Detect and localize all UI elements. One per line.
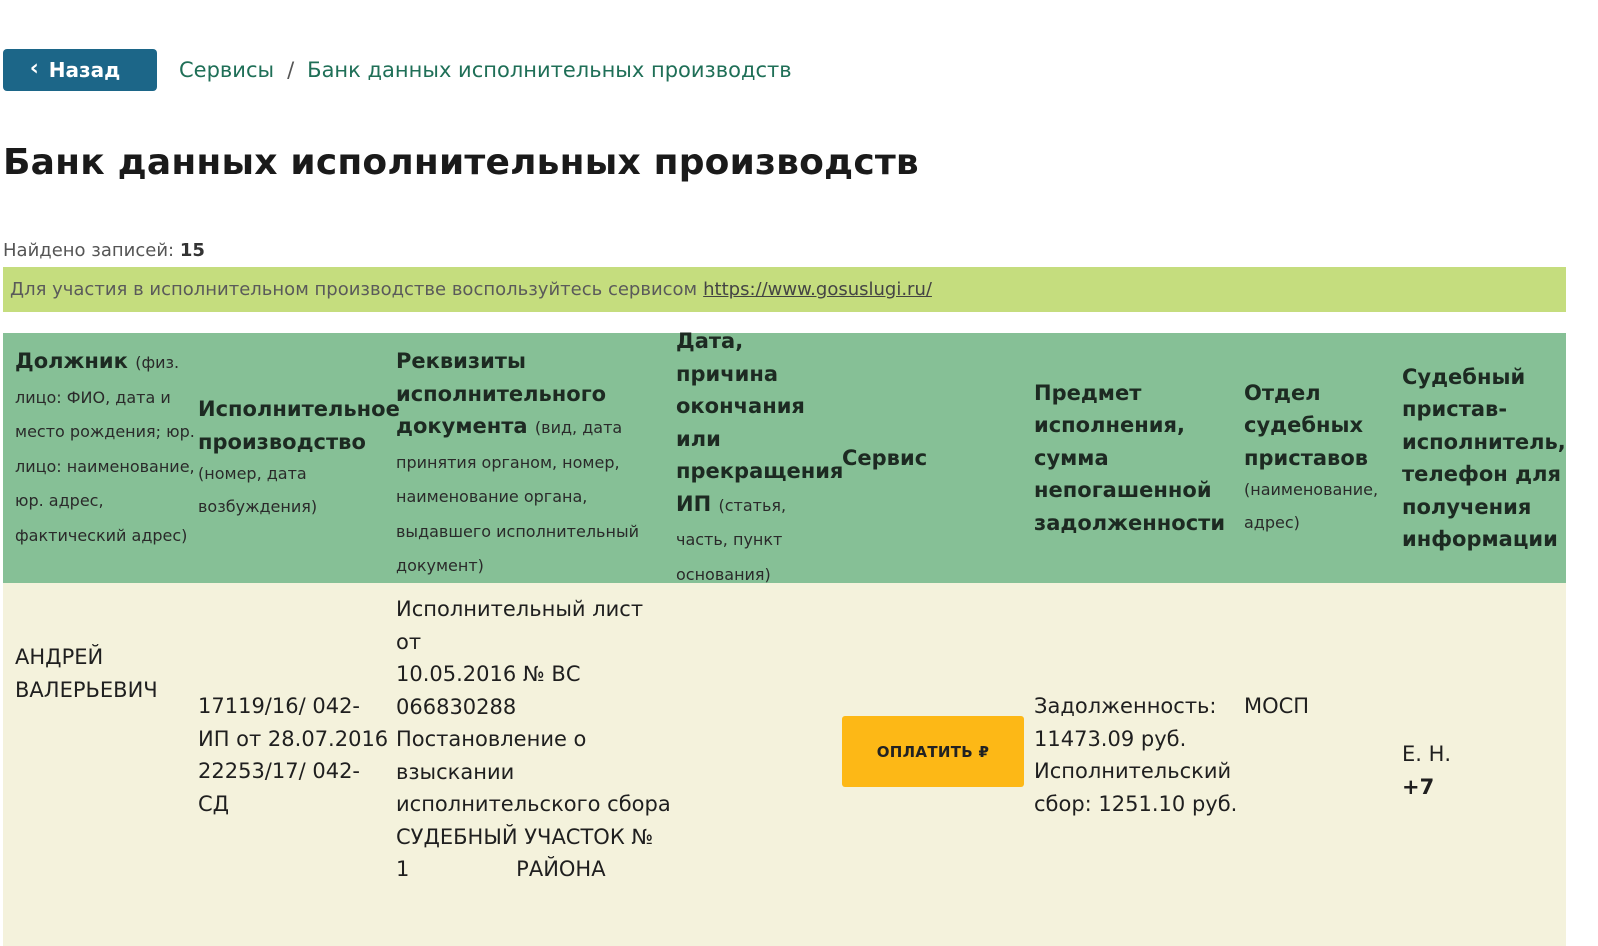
- records-found: Найдено записей: 15: [3, 240, 205, 261]
- header-end-reason-main: Дата, причина окончания или прекращения …: [676, 329, 844, 516]
- records-found-label: Найдено записей:: [3, 240, 175, 261]
- breadcrumb-services[interactable]: Сервисы: [179, 58, 274, 82]
- proceeding-line: 17119/16/ 042-: [198, 694, 361, 718]
- debtor-line: ВАЛЕРЬЕВИЧ: [15, 677, 158, 702]
- department-name: МОСП: [1244, 694, 1310, 718]
- header-proceeding: Исполнительное производство (номер, дата…: [198, 333, 400, 583]
- document-line: 10.05.2016 № ВС: [396, 662, 581, 686]
- header-document: Реквизиты исполнительного документа (вид…: [396, 333, 671, 583]
- breadcrumb-separator: /: [287, 58, 295, 82]
- back-button-label: Назад: [48, 58, 121, 82]
- header-bailiff-main: Судебный пристав-исполнитель, телефон дл…: [1402, 364, 1566, 552]
- subject-line: 11473.09 руб.: [1034, 726, 1187, 751]
- breadcrumb-enforcement-bank[interactable]: Банк данных исполнительных производств: [307, 58, 791, 82]
- header-debtor: Должник (физ. лицо: ФИО, дата и место ро…: [15, 333, 195, 583]
- header-debtor-main: Должник: [15, 349, 128, 373]
- chevron-left-icon: ‹: [29, 56, 39, 81]
- back-button[interactable]: ‹ Назад: [3, 49, 157, 91]
- document-line: Исполнительный лист от: [396, 597, 644, 654]
- results-table: Должник (физ. лицо: ФИО, дата и место ро…: [3, 329, 1566, 946]
- cell-department: МОСП: [1244, 583, 1394, 946]
- bailiff-phone: +7: [1402, 774, 1435, 799]
- subject-line: Задолженность:: [1034, 694, 1217, 718]
- bailiff-name: Е. Н.: [1402, 742, 1452, 766]
- cell-proceeding: 17119/16/ 042- ИП от 28.07.2016 22253/17…: [198, 583, 393, 946]
- proceeding-line: 22253/17/ 042-: [198, 759, 361, 783]
- header-debtor-sub: (физ. лицо: ФИО, дата и место рождения; …: [15, 353, 195, 545]
- document-line: Постановление о: [396, 727, 587, 751]
- table-header: Должник (физ. лицо: ФИО, дата и место ро…: [3, 329, 1566, 584]
- debtor-line: АНДРЕЙ: [15, 645, 104, 669]
- cell-document: Исполнительный лист от 10.05.2016 № ВС 0…: [396, 583, 671, 946]
- cell-subject: Задолженность: 11473.09 руб. Исполнитель…: [1034, 583, 1239, 946]
- document-line: взыскании: [396, 759, 515, 784]
- document-line: 1 РАЙОНА: [396, 857, 606, 881]
- header-service-main: Сервис: [842, 445, 928, 470]
- table-row: АНДРЕЙ ВАЛЕРЬЕВИЧ 17119/16/ 042- ИП от 2…: [3, 583, 1566, 946]
- document-line: СУДЕБНЫЙ УЧАСТОК №: [396, 824, 654, 849]
- header-proceeding-sub: (номер, дата возбуждения): [198, 464, 318, 516]
- header-department-main: Отдел судебных приставов: [1244, 380, 1369, 470]
- proceeding-line: СД: [198, 791, 230, 816]
- info-banner-text: Для участия в исполнительном производств…: [10, 279, 698, 300]
- info-banner: Для участия в исполнительном производств…: [3, 267, 1566, 312]
- header-subject: Предмет исполнения, сумма непогашенной з…: [1034, 333, 1239, 583]
- proceeding-line: ИП от 28.07.2016: [198, 726, 389, 751]
- header-department-sub: (наименование, адрес): [1244, 480, 1379, 532]
- header-end-reason: Дата, причина окончания или прекращения …: [676, 329, 843, 584]
- page: ‹ Назад Сервисы / Банк данных исполнител…: [0, 0, 1598, 946]
- header-bailiff: Судебный пристав-исполнитель, телефон дл…: [1402, 333, 1566, 583]
- top-nav: ‹ Назад Сервисы / Банк данных исполнител…: [3, 49, 792, 91]
- subject-line: сбор: 1251.10 руб.: [1034, 791, 1238, 816]
- header-subject-main: Предмет исполнения, сумма непогашенной з…: [1034, 380, 1226, 535]
- subject-line: Исполнительский: [1034, 759, 1232, 783]
- pay-button[interactable]: ОПЛАТИТЬ ₽: [842, 716, 1024, 787]
- document-line: исполнительского сбора: [396, 792, 671, 816]
- cell-debtor: АНДРЕЙ ВАЛЕРЬЕВИЧ: [15, 583, 195, 946]
- header-document-sub: (вид, дата принятия органом, номер, наим…: [396, 418, 639, 575]
- page-title: Банк данных исполнительных производств: [3, 142, 919, 183]
- header-department: Отдел судебных приставов (наименование, …: [1244, 333, 1394, 583]
- gosuslugi-link[interactable]: https://www.gosuslugi.ru/: [703, 279, 932, 300]
- records-found-count: 15: [179, 240, 205, 261]
- header-service: Сервис: [842, 333, 1032, 583]
- cell-bailiff: Е. Н. +7: [1402, 583, 1562, 946]
- header-proceeding-main: Исполнительное производство: [198, 397, 400, 454]
- breadcrumb: Сервисы / Банк данных исполнительных про…: [179, 58, 792, 82]
- document-line: 066830288: [396, 694, 517, 719]
- cell-end-reason: [676, 583, 841, 946]
